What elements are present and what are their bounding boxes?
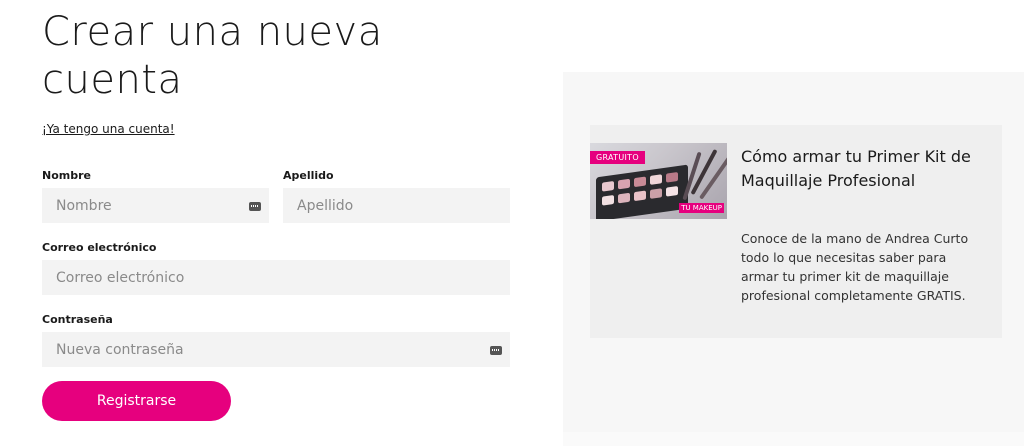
password-input[interactable]	[42, 332, 510, 367]
promo-title[interactable]: Cómo armar tu Primer Kit de Maquillaje P…	[741, 145, 981, 193]
first-name-input[interactable]	[42, 188, 269, 223]
password-label: Contraseña	[42, 313, 113, 326]
promo-description: Conoce de la mano de Andrea Curto todo l…	[741, 231, 969, 303]
email-input[interactable]	[42, 260, 510, 295]
promo-card[interactable]: GRATUITO TU MAKEUP Cómo armar tu Primer …	[590, 125, 1002, 338]
autofill-icon[interactable]	[249, 202, 261, 211]
panel-footer-strip	[563, 432, 1024, 446]
page-title: Crear una nueva cuenta	[42, 9, 383, 103]
first-name-label: Nombre	[42, 169, 91, 182]
free-badge: GRATUITO	[590, 151, 645, 164]
brand-tag: TU MAKEUP	[679, 203, 724, 213]
email-label: Correo electrónico	[42, 241, 157, 254]
signup-form: Crear una nueva cuenta ¡Ya tengo una cue…	[42, 0, 512, 421]
promo-thumbnail[interactable]: GRATUITO TU MAKEUP	[590, 143, 727, 219]
password-field: Contraseña	[42, 313, 510, 367]
brush-image	[699, 156, 727, 200]
email-field: Correo electrónico	[42, 241, 510, 295]
register-button[interactable]: Registrarse	[42, 381, 231, 421]
last-name-input[interactable]	[283, 188, 510, 223]
name-row: Nombre Apellido	[42, 169, 512, 223]
login-link[interactable]: ¡Ya tengo una cuenta!	[42, 122, 175, 136]
last-name-field: Apellido	[283, 169, 510, 223]
password-manager-icon[interactable]	[490, 346, 502, 355]
makeup-palette-image	[596, 164, 688, 219]
first-name-field: Nombre	[42, 169, 269, 223]
promo-panel: GRATUITO TU MAKEUP Cómo armar tu Primer …	[563, 72, 1024, 432]
last-name-label: Apellido	[283, 169, 334, 182]
